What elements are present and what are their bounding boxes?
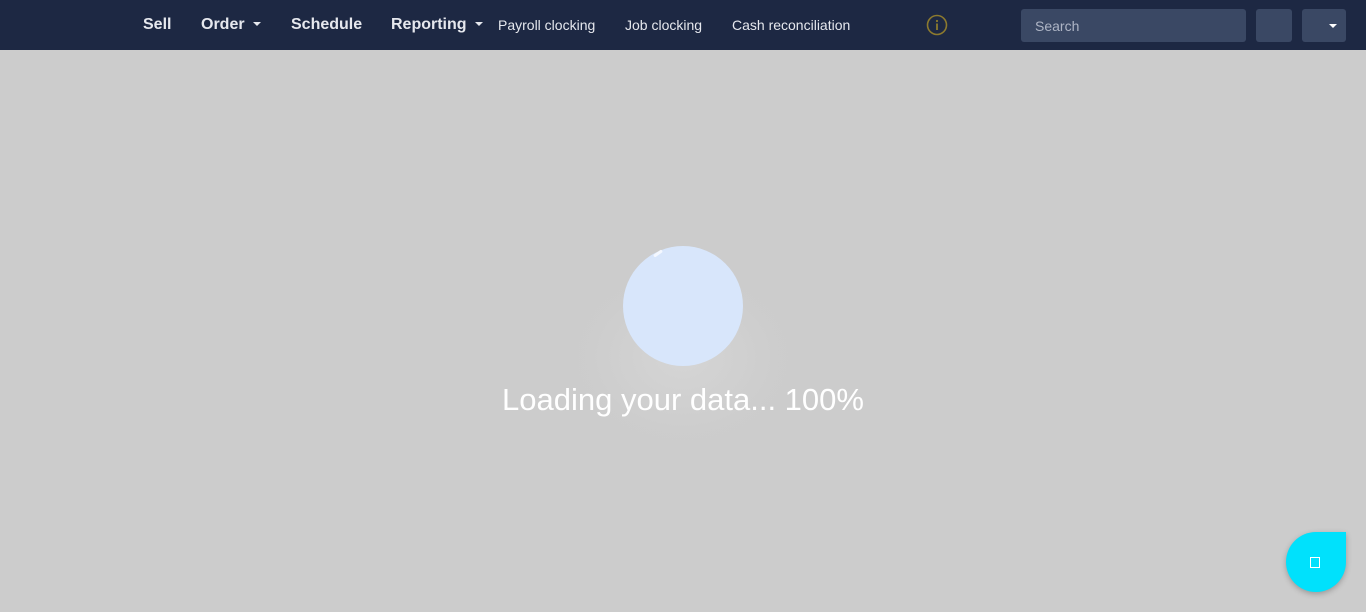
loader-spinner — [623, 246, 743, 366]
chevron-down-icon — [474, 21, 483, 26]
chat-button[interactable] — [1286, 532, 1346, 592]
nav-cash-reconciliation[interactable]: Cash reconciliation — [732, 0, 850, 50]
account-dropdown-button[interactable] — [1302, 9, 1346, 42]
nav-cash-reconciliation-label: Cash reconciliation — [732, 17, 851, 33]
spinner-highlight — [653, 249, 663, 258]
nav-job-clocking[interactable]: Job clocking — [625, 0, 702, 50]
chevron-down-icon — [252, 21, 261, 26]
info-circle-icon[interactable] — [926, 14, 948, 36]
search-input[interactable] — [1021, 9, 1246, 42]
nav-schedule[interactable]: Schedule — [291, 0, 362, 50]
toolbar-square-button[interactable] — [1256, 9, 1292, 42]
top-navbar: Sell Order Schedule Reporting Payroll cl… — [0, 0, 1366, 50]
nav-payroll-clocking[interactable]: Payroll clocking — [498, 0, 595, 50]
nav-sell-label: Sell — [143, 16, 172, 33]
loading-message: Loading your data... 100% — [502, 382, 864, 417]
nav-sell[interactable]: Sell — [143, 0, 171, 50]
nav-order-label: Order — [201, 16, 245, 33]
nav-schedule-label: Schedule — [291, 16, 363, 33]
nav-order-dropdown[interactable]: Order — [201, 0, 261, 50]
nav-payroll-clocking-label: Payroll clocking — [498, 17, 596, 33]
nav-reporting-label: Reporting — [391, 16, 467, 33]
chevron-down-icon — [1329, 24, 1337, 28]
nav-reporting-dropdown[interactable]: Reporting — [391, 0, 483, 50]
chat-icon — [1310, 557, 1320, 568]
nav-job-clocking-label: Job clocking — [625, 17, 703, 33]
